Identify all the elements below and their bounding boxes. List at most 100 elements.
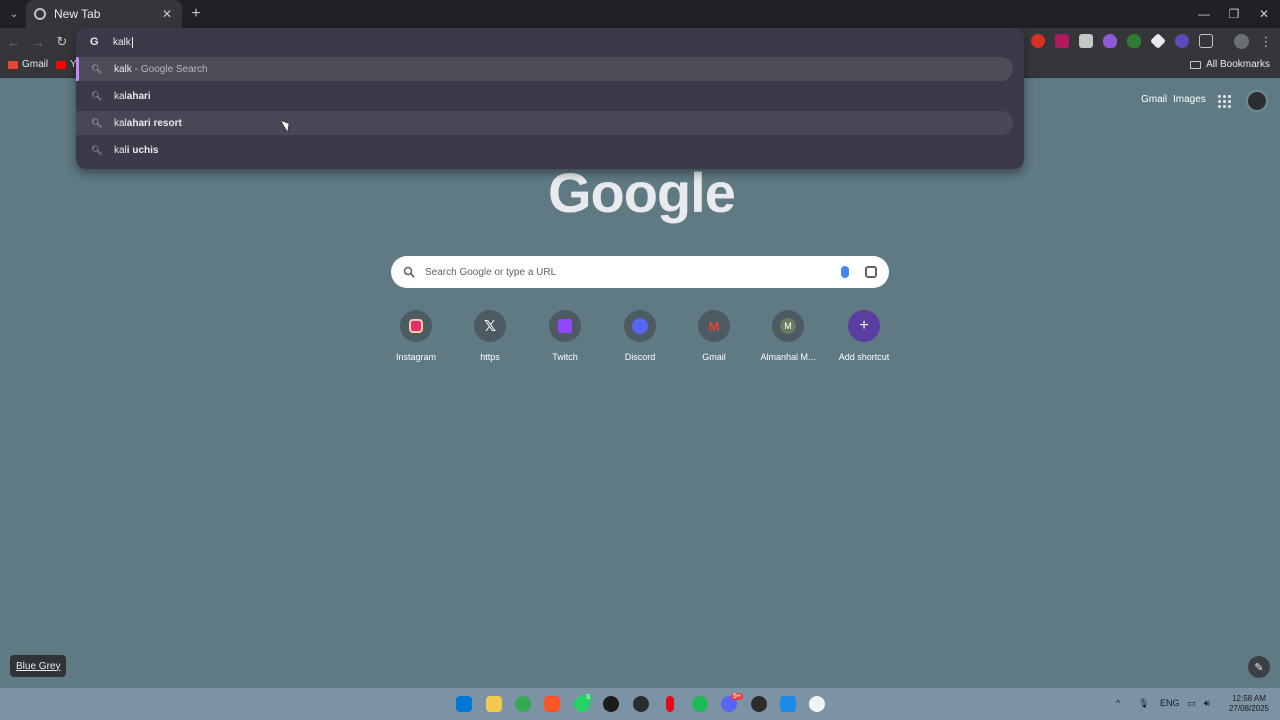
app-record-icon[interactable] xyxy=(751,696,767,712)
suggestion-row[interactable]: 🔍︎ kalk - Google Search xyxy=(76,57,1013,81)
whatsapp-badge: 3 xyxy=(584,694,592,701)
close-window-icon[interactable]: ✕ xyxy=(1248,0,1280,28)
system-clock[interactable]: 12:58 AM 27/08/2025 xyxy=(1222,694,1276,714)
selection-indicator xyxy=(76,57,79,81)
extension-qr-icon[interactable] xyxy=(1079,34,1093,48)
app-blue-icon[interactable] xyxy=(780,696,796,712)
spotify-icon[interactable] xyxy=(692,696,708,712)
google-lens-icon[interactable] xyxy=(865,266,877,278)
tab-new-tab[interactable]: New Tab ✕ xyxy=(26,0,182,28)
shortcut-tile[interactable]: Discord xyxy=(605,310,675,362)
tray-volume-icon[interactable]: 🔊︎ xyxy=(1204,698,1210,709)
all-bookmarks[interactable]: All Bookmarks xyxy=(1190,59,1270,70)
tab-search-chevron-icon[interactable]: ⌄ xyxy=(4,4,24,24)
extension-diamond-icon[interactable] xyxy=(1150,33,1166,49)
file-explorer-icon[interactable] xyxy=(486,696,502,712)
shortcut-label: Instagram xyxy=(395,352,437,362)
twitch-icon xyxy=(558,319,572,333)
clock-time: 12:58 AM xyxy=(1232,694,1266,703)
restore-icon[interactable]: ❐ xyxy=(1218,0,1250,28)
back-icon[interactable]: ← xyxy=(4,32,24,52)
reload-icon[interactable]: ↻ xyxy=(52,32,72,52)
shortcut-tile[interactable]: M Gmail xyxy=(679,310,749,362)
gmail-icon: M xyxy=(708,318,720,334)
chrome-icon[interactable] xyxy=(515,696,531,712)
shortcut-icon-circle: 𝕏 xyxy=(474,310,506,342)
menu-kebab-icon[interactable]: ⋮ xyxy=(1256,32,1276,52)
images-link[interactable]: Images xyxy=(1173,94,1206,105)
shortcut-label: Twitch xyxy=(552,352,578,362)
theme-name-chip[interactable]: Blue Grey xyxy=(10,655,67,677)
add-shortcut-tile[interactable]: + Add shortcut xyxy=(829,310,899,362)
customize-pencil-icon[interactable]: ✎ xyxy=(1248,656,1270,678)
tray-display-icon[interactable]: ▭ xyxy=(1187,698,1196,709)
search-icon xyxy=(403,266,415,278)
shortcut-icon-circle: M xyxy=(772,310,804,342)
overwatch-icon[interactable] xyxy=(809,696,825,712)
all-bookmarks-label: All Bookmarks xyxy=(1206,59,1270,70)
app-dark-icon[interactable] xyxy=(633,696,649,712)
extension-eye-icon[interactable] xyxy=(1175,34,1189,48)
shortcut-icon-circle xyxy=(400,310,432,342)
shortcut-label: https xyxy=(480,352,500,362)
plus-icon: + xyxy=(859,317,869,334)
search-placeholder: Search Google or type a URL xyxy=(425,266,557,278)
minimize-icon[interactable]: — xyxy=(1188,0,1220,28)
shortcut-tile[interactable]: 𝕏 https xyxy=(455,310,525,362)
extensions-puzzle-icon[interactable] xyxy=(1199,34,1213,48)
search-icon: 🔍︎ xyxy=(91,63,103,74)
omnibox-dropdown: G kalk 🔍︎ kalk - Google Search 🔍︎ kalaha… xyxy=(76,28,1024,169)
instagram-icon xyxy=(409,319,423,333)
suggestion-text: kali uchis xyxy=(114,145,158,156)
windows-start-icon[interactable] xyxy=(456,696,472,712)
search-box[interactable]: Search Google or type a URL xyxy=(391,256,889,288)
shortcut-tile[interactable]: M Almanhal M... xyxy=(753,310,823,362)
gmail-icon xyxy=(8,60,18,69)
account-avatar[interactable] xyxy=(1246,90,1268,112)
extension-shield-purple-icon[interactable] xyxy=(1103,34,1117,48)
address-input[interactable]: kalk xyxy=(113,37,131,48)
x-icon: 𝕏 xyxy=(483,318,497,335)
language-indicator[interactable]: ENG xyxy=(1160,698,1180,708)
shortcut-tile[interactable]: Instagram xyxy=(381,310,451,362)
suggestion-completion: i uchis xyxy=(126,144,159,156)
shortcut-tile[interactable]: Twitch xyxy=(530,310,600,362)
shortcut-icon-circle: M xyxy=(698,310,730,342)
extension-red-icon[interactable] xyxy=(1031,34,1045,48)
suggestion-row[interactable]: 🔍︎ kalahari xyxy=(76,84,1013,108)
google-apps-icon[interactable] xyxy=(1218,95,1231,108)
brave-icon[interactable] xyxy=(544,696,560,712)
microphone-icon[interactable] xyxy=(841,266,849,278)
suggestion-prefix: kal xyxy=(114,144,127,156)
tab-title: New Tab xyxy=(54,7,101,21)
extension-ublock-icon[interactable] xyxy=(1055,34,1069,48)
suggestion-suffix: - Google Search xyxy=(134,63,208,75)
tab-close-icon[interactable]: ✕ xyxy=(160,7,174,21)
netflix-icon[interactable] xyxy=(666,696,674,712)
youtube-icon xyxy=(56,60,66,69)
chrome-favicon-icon xyxy=(34,8,46,20)
address-bar[interactable]: G kalk xyxy=(90,34,133,50)
suggestion-prefix: kal xyxy=(114,90,127,102)
text-caret xyxy=(131,36,133,48)
bookmark-gmail[interactable]: Gmail xyxy=(8,59,48,70)
extension-shield-green-icon[interactable] xyxy=(1127,34,1141,48)
discord-badge: 9+ xyxy=(731,693,743,700)
app-g-icon[interactable] xyxy=(603,696,619,712)
shortcut-icon-circle xyxy=(624,310,656,342)
suggestion-row[interactable]: 🔍︎ kali uchis xyxy=(76,138,1013,162)
profile-avatar-icon[interactable] xyxy=(1234,34,1249,49)
tray-chevron-icon[interactable]: ^ xyxy=(1116,698,1120,708)
search-icon: 🔍︎ xyxy=(91,144,103,155)
suggestion-row[interactable]: 🔍︎ kalahari resort xyxy=(76,111,1013,135)
forward-icon[interactable]: → xyxy=(28,32,48,52)
shortcut-label: Gmail xyxy=(702,352,726,362)
windows-taskbar: 3 9+ ^ 🎙︎ ENG ▭ 🔊︎ xyxy=(0,688,1280,720)
shortcut-icon-circle xyxy=(549,310,581,342)
new-tab-plus-icon[interactable]: + xyxy=(186,4,206,24)
google-g-icon: G xyxy=(90,36,99,48)
title-bar: ⌄ New Tab ✕ + — ❐ ✕ xyxy=(0,0,1280,28)
gmail-link[interactable]: Gmail xyxy=(1141,94,1167,105)
tray-microphone-icon[interactable]: 🎙︎ xyxy=(1138,698,1149,709)
shortcut-label: Almanhal M... xyxy=(760,352,816,362)
